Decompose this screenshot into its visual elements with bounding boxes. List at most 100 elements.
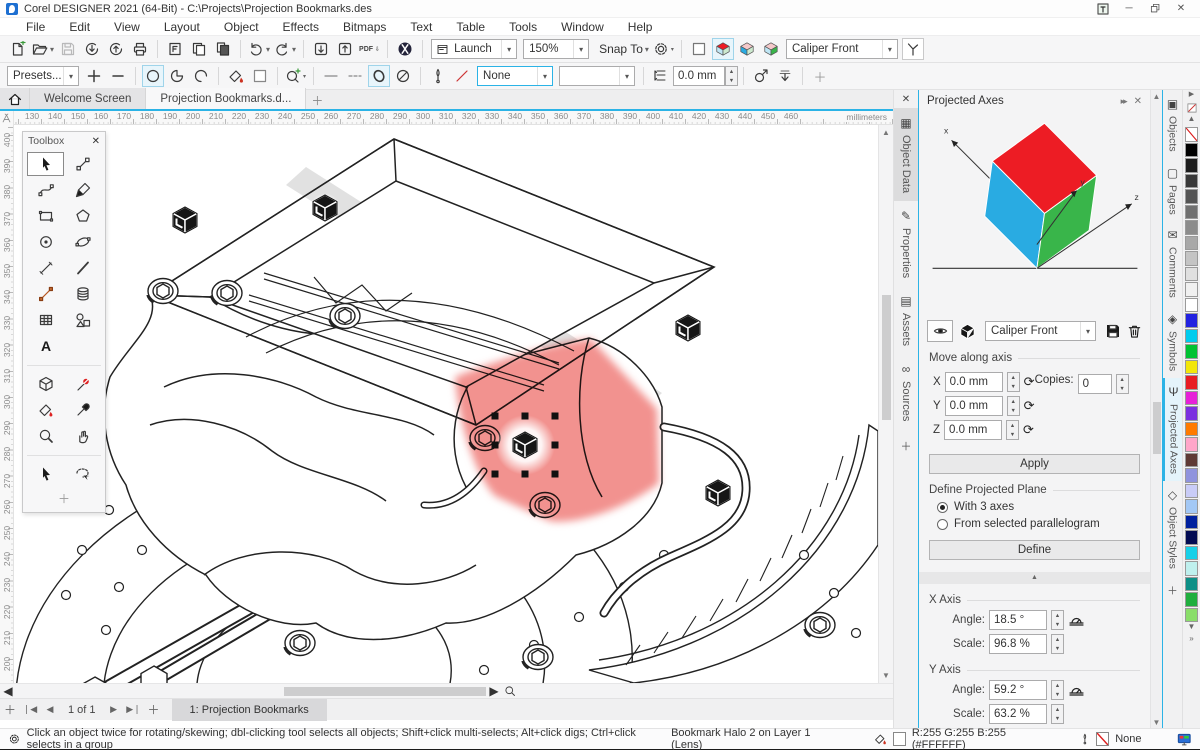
palette-flyout-icon[interactable]: ▶ bbox=[1189, 90, 1194, 102]
welcome-home-icon[interactable] bbox=[0, 88, 30, 109]
color-swatch[interactable] bbox=[1185, 499, 1198, 514]
menu-edit[interactable]: Edit bbox=[57, 19, 102, 35]
fill-swatch[interactable] bbox=[249, 65, 271, 87]
touch-mode-icon[interactable] bbox=[1090, 1, 1116, 17]
export-file-button[interactable] bbox=[334, 38, 356, 60]
y-angle-field[interactable]: 59.2 ° bbox=[989, 680, 1047, 700]
bookmark-cube[interactable] bbox=[173, 207, 197, 233]
add-preset-button[interactable] bbox=[83, 65, 105, 87]
scroll-left-icon[interactable]: ◀ bbox=[0, 684, 16, 698]
application-launcher-icon[interactable] bbox=[394, 38, 416, 60]
color-swatch[interactable] bbox=[1185, 189, 1198, 204]
zoom-tool-icon[interactable] bbox=[27, 424, 64, 448]
add-page-button-2[interactable]: ＋ bbox=[144, 701, 164, 718]
dock-tab-object-styles[interactable]: ◇Object Styles bbox=[1163, 481, 1182, 576]
docker-close-icon[interactable]: ✕ bbox=[1134, 96, 1142, 107]
color-swatch[interactable] bbox=[1185, 267, 1198, 282]
menu-window[interactable]: Window bbox=[549, 19, 616, 35]
new-tab-button[interactable]: ＋ bbox=[306, 92, 328, 109]
move-x-spinner[interactable]: ▲▼ bbox=[1007, 372, 1020, 392]
export-button[interactable] bbox=[105, 38, 127, 60]
paste-button[interactable] bbox=[212, 38, 234, 60]
add-projection-button[interactable]: ▾ bbox=[284, 65, 307, 87]
outline-color-swatch[interactable] bbox=[1096, 732, 1109, 746]
polygon-tool-icon[interactable] bbox=[64, 204, 101, 228]
protractor-icon[interactable] bbox=[1068, 612, 1085, 628]
reset-z-icon[interactable]: ⟳ bbox=[1023, 422, 1034, 438]
move-z-spinner[interactable]: ▲▼ bbox=[1006, 420, 1019, 440]
menu-bitmaps[interactable]: Bitmaps bbox=[331, 19, 398, 35]
y-scale-field[interactable]: 63.2 % bbox=[989, 704, 1047, 724]
outline-width-field[interactable]: 0.0 mm bbox=[673, 66, 725, 86]
color-swatch[interactable] bbox=[1185, 174, 1198, 189]
horizontal-ruler[interactable]: millimeters 1301401501601701801902002102… bbox=[14, 111, 893, 125]
reset-x-icon[interactable]: ⟳ bbox=[1024, 374, 1035, 390]
dimension-tool-icon[interactable] bbox=[27, 282, 64, 306]
docker-float-icon[interactable]: ▸▸ bbox=[1121, 96, 1134, 107]
color-swatch[interactable] bbox=[1185, 561, 1198, 576]
palette-scroll-up-icon[interactable]: ▲ bbox=[1188, 114, 1196, 126]
snap-to-button[interactable]: Snap To▾ bbox=[598, 38, 650, 60]
freehand-pick-tool-icon[interactable] bbox=[64, 462, 101, 486]
projection-front-button[interactable] bbox=[736, 38, 758, 60]
callout-tool-icon[interactable] bbox=[64, 372, 101, 396]
color-swatch[interactable] bbox=[1185, 282, 1198, 297]
menu-table[interactable]: Table bbox=[444, 19, 497, 35]
pen-settings-button[interactable] bbox=[427, 65, 449, 87]
y-scale-spinner[interactable]: ▲▼ bbox=[1051, 704, 1064, 724]
projection-top-button[interactable] bbox=[712, 38, 734, 60]
projection-right-button[interactable] bbox=[760, 38, 782, 60]
bookmark-cube[interactable] bbox=[676, 315, 700, 341]
scroll-right-icon[interactable]: ▶ bbox=[486, 684, 502, 698]
undo-button[interactable]: ▾ bbox=[247, 38, 271, 60]
arc-mode-button[interactable] bbox=[190, 65, 212, 87]
palette-expand-icon[interactable]: » bbox=[1189, 634, 1193, 646]
projected-shapes-tool-icon[interactable] bbox=[27, 372, 64, 396]
selection-handle[interactable] bbox=[552, 413, 559, 420]
bookmark-select-docker[interactable]: Caliper Front▾ bbox=[985, 321, 1096, 341]
protractor-icon[interactable] bbox=[1068, 682, 1085, 698]
docker-scrollbar[interactable]: ▲ ▼ bbox=[1150, 90, 1162, 728]
define-button[interactable]: Define bbox=[929, 540, 1140, 560]
delete-bookmark-icon[interactable] bbox=[1127, 323, 1142, 339]
menu-view[interactable]: View bbox=[102, 19, 152, 35]
color-swatch[interactable] bbox=[1185, 484, 1198, 499]
copy-button[interactable] bbox=[188, 38, 210, 60]
previous-page-button[interactable]: ◀ bbox=[40, 704, 60, 715]
launch-select[interactable]: Launch▾ bbox=[431, 39, 517, 59]
line-dashed-button[interactable] bbox=[344, 65, 366, 87]
publish-pdf-button[interactable]: PDF⇩ bbox=[358, 38, 381, 60]
toolbox-customize-button[interactable]: ＋ bbox=[27, 488, 101, 508]
add-docker-button-2[interactable]: ＋ bbox=[1163, 576, 1182, 605]
status-gear-icon[interactable] bbox=[8, 731, 21, 747]
copies-spinner[interactable]: ▲▼ bbox=[1116, 374, 1129, 394]
ellipse-mode-button[interactable] bbox=[142, 65, 164, 87]
move-y-field[interactable]: 0.0 mm bbox=[945, 396, 1003, 416]
dock-tab-object-data[interactable]: ▦Object Data bbox=[894, 108, 918, 201]
color-swatch[interactable] bbox=[1185, 468, 1198, 483]
docker-scroll-thumb[interactable] bbox=[1153, 402, 1161, 454]
menu-text[interactable]: Text bbox=[398, 19, 444, 35]
rectangle-tool-icon[interactable] bbox=[27, 204, 64, 228]
open-button[interactable]: ▾ bbox=[31, 38, 55, 60]
first-page-button[interactable]: ❘◀ bbox=[20, 704, 40, 715]
tab-projection-bookmarks[interactable]: Projection Bookmarks.d... bbox=[146, 88, 306, 109]
color-swatch[interactable] bbox=[1185, 530, 1198, 545]
copies-field[interactable]: 0 bbox=[1078, 374, 1112, 394]
no-outline-button[interactable] bbox=[392, 65, 414, 87]
reset-y-icon[interactable]: ⟳ bbox=[1024, 398, 1035, 414]
docker-group-close-icon[interactable]: ✕ bbox=[902, 90, 910, 108]
bookmark-cube[interactable] bbox=[706, 480, 730, 506]
redo-button[interactable]: ▾ bbox=[273, 38, 297, 60]
pick-tool-2-icon[interactable] bbox=[27, 462, 64, 486]
save-bookmark-icon[interactable] bbox=[1105, 323, 1121, 339]
dock-tab-pages[interactable]: ▢Pages bbox=[1163, 159, 1182, 222]
x-angle-field[interactable]: 18.5 ° bbox=[989, 610, 1047, 630]
scroll-down-icon[interactable]: ▼ bbox=[1151, 716, 1162, 728]
radio-from-parallelogram[interactable]: From selected parallelogram bbox=[937, 518, 1150, 530]
dock-tab-properties[interactable]: ✎Properties bbox=[894, 201, 918, 286]
color-swatch[interactable] bbox=[1185, 453, 1198, 468]
add-property-button[interactable]: ＋ bbox=[809, 65, 831, 87]
selection-handle[interactable] bbox=[492, 471, 499, 478]
brush-tool-icon[interactable] bbox=[64, 178, 101, 202]
